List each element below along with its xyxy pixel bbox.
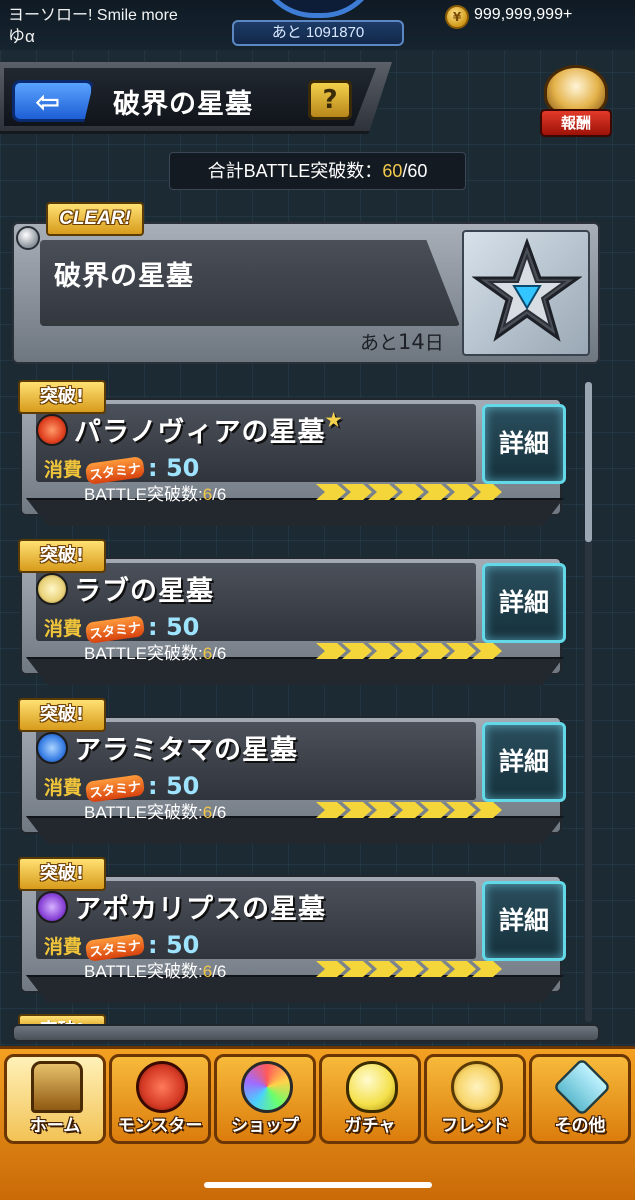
stage-card[interactable]: 詳細 突破! アポカリプスの星墓 消費 スタミナ: 50 BATTLE突破数:6/… [16,857,566,1003]
shop-orb-icon [241,1061,293,1113]
breakthrough-badge: 突破! [18,539,106,573]
nav-other[interactable]: その他 [529,1054,631,1144]
back-button[interactable]: ⇦ [12,80,94,122]
page-title: 破界の星墓 [113,89,253,120]
battle-progress-label: BATTLE突破数:6/6 [84,962,227,981]
stage-name: アポカリプスの星墓 [74,894,326,925]
scroll-thumb[interactable] [585,382,592,542]
top-status-bar: ヨーソロー! Smile more ゆα あと 1091870 ¥ 999,99… [0,0,635,50]
breakthrough-badge: 突破! [18,380,106,414]
gacha-egg-icon [346,1061,398,1113]
fire-element-icon [36,414,68,446]
stamina-cost: 消費 スタミナ: 50 [44,613,200,644]
friend-icon [451,1061,503,1113]
stage-name: パラノヴィアの星墓★ [74,410,343,448]
total-battle-count: 合計BATTLE突破数：60/60 [169,152,466,190]
username: ゆα [8,27,35,46]
stage-card[interactable]: 詳細 突破! ラブの星墓 消費 スタミナ: 50 BATTLE突破数:6/6 [16,539,566,685]
exp-remaining: あと 1091870 [232,20,404,46]
detail-button[interactable]: 詳細 [482,881,566,961]
stage-name: アラミタマの星墓 [74,735,298,766]
nav-shop[interactable]: ショップ [214,1054,316,1144]
battle-progress-bar [316,643,522,659]
coin-icon: ¥ [445,5,469,29]
pin-icon [16,226,40,250]
stamina-cost: 消費 スタミナ: 50 [44,772,200,803]
battle-progress-label: BATTLE突破数:6/6 [84,803,227,822]
water-element-icon [36,732,68,764]
detail-button[interactable]: 詳細 [482,722,566,802]
battle-progress-label: BATTLE突破数:6/6 [84,485,227,504]
event-title: 破界の星墓 [54,261,194,292]
nav-gacha[interactable]: ガチャ [319,1054,421,1144]
star-emblem-icon [472,238,582,342]
stage-card[interactable]: 詳細 突破! パラノヴィアの星墓★ 消費 スタミナ: 50 BATTLE突破数:6… [16,380,566,526]
home-indicator[interactable] [204,1182,432,1188]
rank-ring [256,0,380,18]
event-remaining: あと14日 [360,330,444,354]
breakthrough-badge: 突破! [18,857,106,891]
back-arrow-icon: ⇦ [35,85,61,120]
detail-button[interactable]: 詳細 [482,563,566,643]
battle-progress-bar [316,484,522,500]
stamina-cost: 消費 スタミナ: 50 [44,931,200,962]
nav-home[interactable]: ホーム [4,1054,106,1144]
reward-label: 報酬 [540,109,612,137]
battle-progress-label: BATTLE突破数:6/6 [84,644,227,663]
other-icon [552,1057,612,1117]
dark-element-icon [36,891,68,923]
help-button[interactable]: ? [308,80,352,120]
star-icon: ★ [325,410,343,431]
monster-icon [136,1061,188,1113]
stage-name: ラブの星墓 [74,576,214,607]
nav-monster[interactable]: モンスター [109,1054,211,1144]
detail-button[interactable]: 詳細 [482,404,566,484]
clear-badge: CLEAR! [46,202,144,236]
event-star-emblem [462,230,590,356]
stage-card[interactable]: 詳細 突破! アラミタマの星墓 消費 スタミナ: 50 BATTLE突破数:6/6 [16,698,566,844]
reward-button[interactable]: 報酬 [536,65,616,139]
breakthrough-badge: 突破! [18,698,106,732]
battle-progress-bar [316,802,522,818]
scrollbar[interactable] [585,382,592,1022]
stamina-cost: 消費 スタミナ: 50 [44,454,200,485]
coin-value: 999,999,999+ [474,6,573,23]
list-frame-bottom [12,1024,600,1042]
home-icon [31,1061,83,1113]
battle-progress-bar [316,961,522,977]
light-element-icon [36,573,68,605]
nav-friend[interactable]: フレンド [424,1054,526,1144]
